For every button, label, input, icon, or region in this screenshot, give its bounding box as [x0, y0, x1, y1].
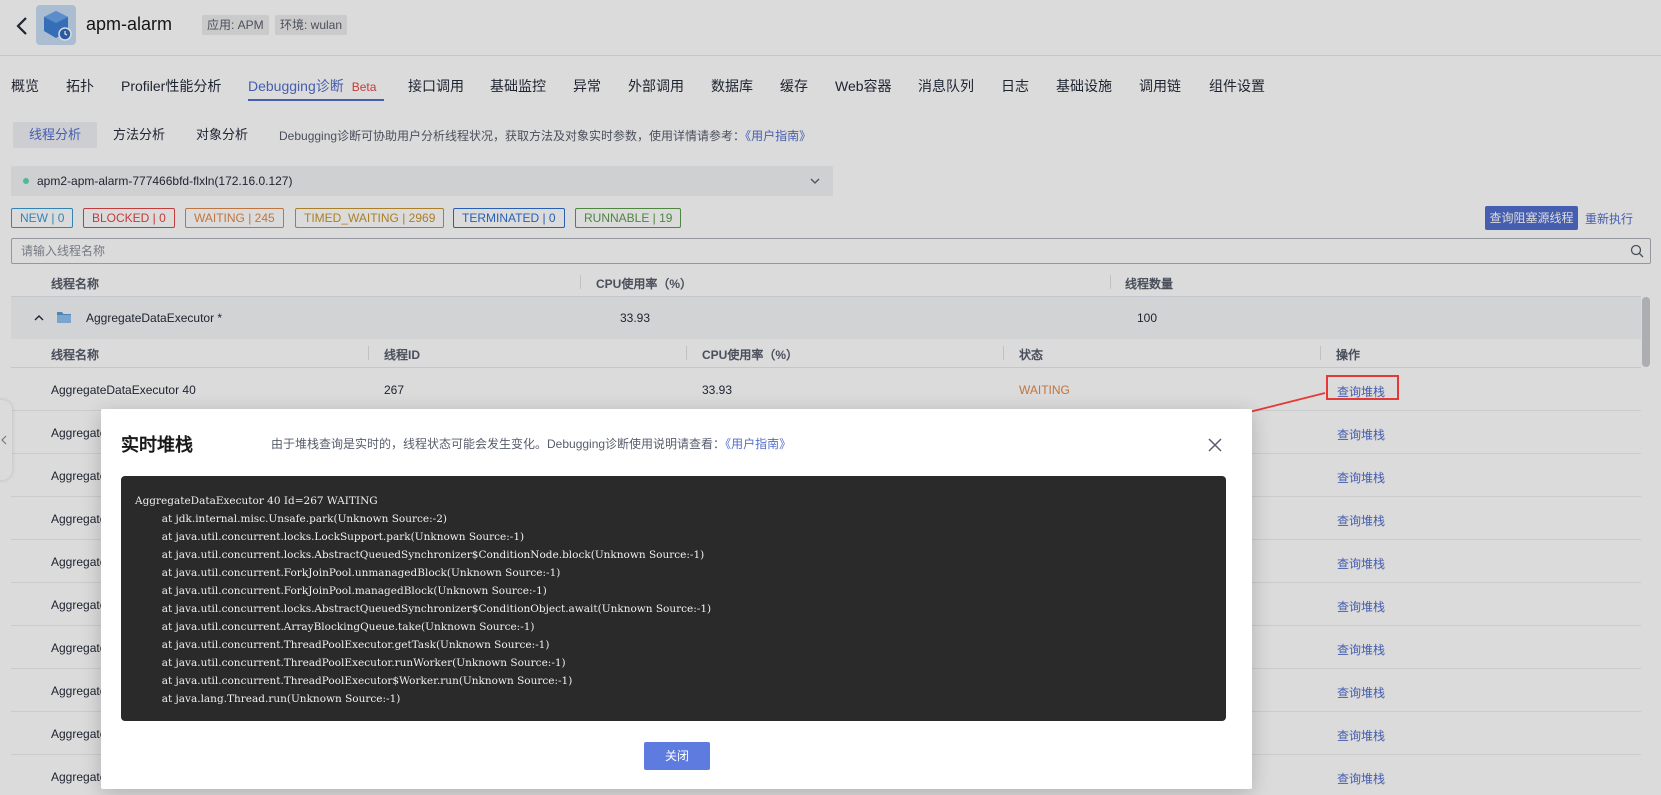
dialog-user-guide-link[interactable]: 《用户指南》 [725, 437, 791, 451]
close-icon[interactable] [1207, 437, 1223, 453]
stack-line: at java.util.concurrent.locks.AbstractQu… [135, 549, 705, 561]
realtime-stack-dialog: 实时堆栈 由于堆栈查询是实时的，线程状态可能会发生变化。Debugging诊断使… [101, 409, 1252, 789]
close-button[interactable]: 关闭 [644, 742, 710, 770]
dialog-description: 由于堆栈查询是实时的，线程状态可能会发生变化。Debugging诊断使用说明请查… [271, 435, 791, 452]
dialog-title: 实时堆栈 [121, 435, 193, 455]
stack-line: at java.util.concurrent.ThreadPoolExecut… [135, 639, 550, 651]
stack-line: at java.util.concurrent.ArrayBlockingQue… [135, 621, 535, 633]
stack-trace-panel: AggregateDataExecutor 40 Id=267 WAITING … [121, 476, 1226, 721]
stack-line: at java.util.concurrent.ThreadPoolExecut… [135, 675, 573, 687]
stack-line: at java.util.concurrent.locks.AbstractQu… [135, 603, 712, 615]
dialog-desc-text: 由于堆栈查询是实时的，线程状态可能会发生变化。Debugging诊断使用说明请查… [271, 437, 726, 451]
stack-line: AggregateDataExecutor 40 Id=267 WAITING [135, 495, 378, 507]
stack-line: at jdk.internal.misc.Unsafe.park(Unknown… [135, 513, 447, 525]
stack-line: at java.util.concurrent.ForkJoinPool.unm… [135, 567, 561, 579]
stack-line: at java.lang.Thread.run(Unknown Source:-… [135, 693, 401, 705]
app-root: apm-alarm 应用: APM 环境: wulan 概览 拓扑 Profil… [0, 0, 1661, 795]
stack-line: at java.util.concurrent.ThreadPoolExecut… [135, 657, 566, 669]
stack-line: at java.util.concurrent.ForkJoinPool.man… [135, 585, 547, 597]
stack-line: at java.util.concurrent.locks.LockSuppor… [135, 531, 525, 543]
